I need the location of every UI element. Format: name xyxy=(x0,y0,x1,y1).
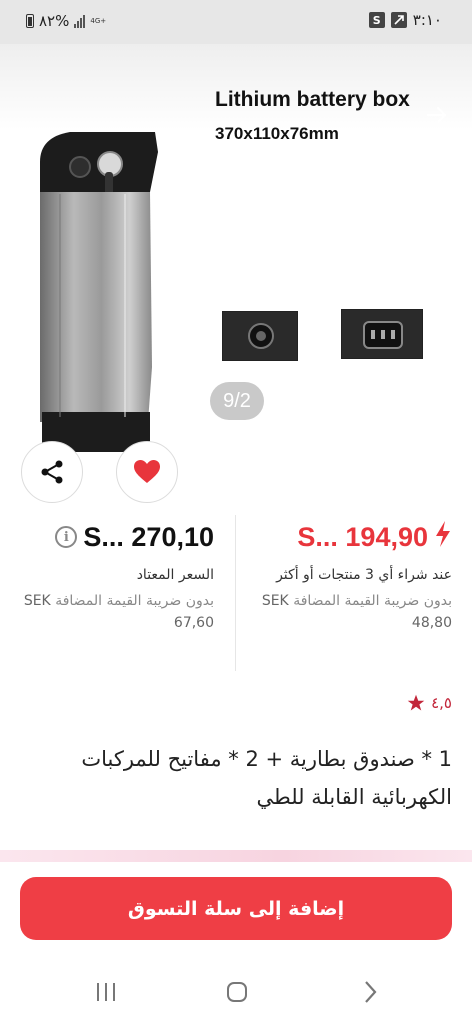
status-left: ٨٢% 4G+ xyxy=(26,12,106,30)
back-button[interactable] xyxy=(350,978,390,1006)
bulk-tax-note: بدون ضريبة القيمة المضافة xyxy=(293,593,452,609)
add-to-cart-button[interactable]: إضافة إلى سلة التسوق xyxy=(20,877,452,940)
regular-tax-note: بدون ضريبة القيمة المضافة xyxy=(55,593,214,609)
star-icon xyxy=(407,694,425,711)
notification-icon xyxy=(390,12,407,28)
regular-price-row: i S... 270,10 xyxy=(14,518,214,556)
regular-price-label: السعر المعتاد xyxy=(136,567,214,583)
status-bar: ٨٢% 4G+ S ٣:١٠ xyxy=(0,0,472,44)
home-icon xyxy=(227,982,247,1002)
share-button[interactable] xyxy=(21,441,83,503)
battery-box-image xyxy=(40,132,158,452)
image-counter: 9/2 xyxy=(210,382,264,420)
bulk-price-row: S... 194,90 xyxy=(252,518,452,556)
product-dimensions: 370x110x76mm xyxy=(215,124,339,143)
info-icon[interactable]: i xyxy=(55,526,78,548)
bulk-price-label: عند شراء أي 3 منتجات أو أكثر xyxy=(276,567,452,583)
s-app-icon: S xyxy=(368,12,385,28)
back-chevron-icon xyxy=(365,981,377,1003)
product-title: Lithium battery box xyxy=(215,88,410,111)
forward-arrow-icon[interactable] xyxy=(426,102,448,132)
system-nav-bar xyxy=(0,958,472,1024)
share-icon xyxy=(41,460,63,484)
product-gallery[interactable]: Lithium battery box 370x110x76mm 9/2 xyxy=(0,44,472,452)
regular-tax-block: بدون ضريبة القيمة المضافة SEK 67,60 xyxy=(14,590,214,634)
battery-percent: ٨٢% xyxy=(39,12,70,30)
connector-thumbnail-2[interactable] xyxy=(341,309,423,359)
connector-thumbnail-1[interactable] xyxy=(222,311,298,361)
rating[interactable]: ٤,٥ xyxy=(407,694,452,712)
signal-icon xyxy=(74,14,86,28)
status-right: S ٣:١٠ xyxy=(368,11,442,29)
recents-icon xyxy=(97,983,115,1001)
lightning-icon xyxy=(434,520,452,554)
home-button[interactable] xyxy=(217,978,257,1006)
product-description: 1 * صندوق بطارية + 2 * مفاتيح للمركبات ا… xyxy=(81,747,452,809)
recents-button[interactable] xyxy=(86,978,126,1006)
battery-icon xyxy=(26,14,34,28)
bulk-tax-block: بدون ضريبة القيمة المضافة SEK 48,80 xyxy=(252,590,452,634)
clock: ٣:١٠ xyxy=(412,11,442,29)
regular-price: S... 270,10 xyxy=(83,521,214,552)
promo-band xyxy=(0,850,472,862)
regular-price-block: i S... 270,10 السعر المعتاد بدون ضريبة ا… xyxy=(14,518,214,634)
network-type: 4G+ xyxy=(90,16,107,25)
price-divider xyxy=(235,515,236,671)
heart-icon xyxy=(134,460,160,483)
favorite-button[interactable] xyxy=(116,441,178,503)
bulk-price-block: S... 194,90 عند شراء أي 3 منتجات أو أكثر… xyxy=(252,518,452,634)
bulk-price: S... 194,90 xyxy=(297,521,428,552)
rating-value: ٤,٥ xyxy=(431,694,452,712)
